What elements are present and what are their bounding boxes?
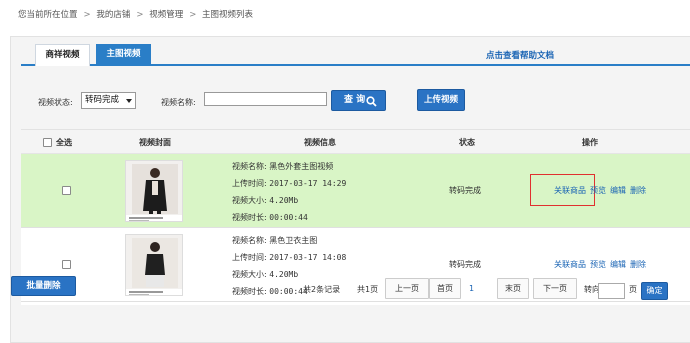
breadcrumb-prefix: 您当前所在位置 [18, 10, 78, 20]
video-name-input[interactable] [204, 92, 327, 106]
info-name-label: 视频名称: [232, 236, 267, 245]
table-header: 全选 视频封面 视频信息 状态 操作 [21, 130, 690, 154]
row-status: 转码完成 [449, 186, 481, 195]
header-cover: 视频封面 [139, 138, 171, 147]
info-time-label: 上传时间: [232, 179, 267, 188]
info-size-value: 4.20Mb [269, 270, 299, 279]
query-button-label: 查 询 [344, 95, 366, 105]
header-select-all: 全选 [56, 138, 72, 147]
tab-main-video[interactable]: 主图视频 [96, 44, 151, 66]
link-product-link[interactable]: 关联商品 [554, 186, 586, 195]
video-cover-thumbnail[interactable] [125, 160, 183, 222]
info-duration-value: 00:00:44 [269, 213, 308, 222]
name-label: 视频名称: [161, 98, 196, 107]
delete-link[interactable]: 删除 [630, 260, 646, 269]
page-unit-label: 页 [629, 285, 637, 294]
info-size-label: 视频大小: [232, 270, 267, 279]
info-time: 上传时间: 2017-03-17 14:29 [232, 175, 442, 192]
info-name-value: 黑色外套主图视频 [269, 162, 334, 171]
video-cover-image [126, 235, 182, 295]
video-info: 视频名称: 黑色外套主图视频 上传时间: 2017-03-17 14:29 视频… [232, 158, 442, 226]
pager-total-pages: 共1页 [357, 285, 379, 294]
info-size-label: 视频大小: [232, 196, 267, 205]
prev-page-button[interactable]: 上一页 [385, 278, 429, 299]
header-status: 状态 [459, 138, 475, 147]
row-status: 转码完成 [449, 260, 481, 269]
breadcrumb-separator: > [136, 10, 144, 20]
link-product-link[interactable]: 关联商品 [554, 260, 586, 269]
status-label: 视频状态: [38, 98, 73, 107]
info-size-value: 4.20Mb [269, 196, 299, 205]
next-page-button[interactable]: 下一页 [533, 278, 577, 299]
edit-link[interactable]: 编辑 [610, 186, 626, 195]
status-select-value: 转码完成 [85, 95, 120, 105]
preview-link[interactable]: 预览 [590, 186, 606, 195]
bulk-delete-button[interactable]: 批量删除 [11, 276, 76, 296]
info-time: 上传时间: 2017-03-17 14:08 [232, 249, 442, 266]
status-select[interactable]: 转码完成 [81, 92, 136, 109]
select-all-checkbox[interactable] [43, 138, 52, 147]
row-ops: 关联商品 预览 编辑 删除 [554, 185, 650, 196]
first-page-button[interactable]: 首页 [429, 278, 461, 299]
main-panel: 商祥视频 主图视频 点击查看帮助文档 视频状态: 转码完成 视频名称: 查 询 … [10, 36, 690, 343]
breadcrumb-item-video-mgmt[interactable]: 视频管理 [149, 10, 183, 20]
video-cover-thumbnail[interactable] [125, 234, 183, 296]
info-time-value: 2017-03-17 14:08 [269, 253, 347, 262]
search-icon [366, 96, 377, 107]
header-info: 视频信息 [304, 138, 336, 147]
goto-page-input[interactable] [598, 283, 625, 299]
info-name-label: 视频名称: [232, 162, 267, 171]
breadcrumb: 您当前所在位置 > 我的店铺 > 视频管理 > 主图视频列表 [18, 8, 256, 20]
info-duration-label: 视频时长: [232, 287, 267, 296]
info-duration-label: 视频时长: [232, 213, 267, 222]
pager-total-records: 共2条记录 [303, 285, 341, 294]
goto-confirm-button[interactable]: 确定 [641, 282, 668, 300]
info-time-value: 2017-03-17 14:29 [269, 179, 347, 188]
breadcrumb-item-store[interactable]: 我的店铺 [96, 10, 130, 20]
video-cover-image [126, 161, 182, 221]
row-checkbox[interactable] [62, 186, 71, 195]
info-time-label: 上传时间: [232, 253, 267, 262]
chevron-down-icon [126, 99, 132, 103]
video-table: 全选 视频封面 视频信息 状态 操作 视频名称: 黑色外套主图视频 上传时间: … [21, 129, 690, 305]
current-page[interactable]: 1 [469, 284, 474, 293]
delete-link[interactable]: 删除 [630, 186, 646, 195]
tab-bar: 商祥视频 主图视频 点击查看帮助文档 [21, 44, 690, 66]
query-button[interactable]: 查 询 [331, 90, 386, 111]
row-ops: 关联商品 预览 编辑 删除 [554, 259, 650, 270]
table-row: 视频名称: 黑色外套主图视频 上传时间: 2017-03-17 14:29 视频… [21, 154, 690, 228]
tab-product-video[interactable]: 商祥视频 [35, 44, 90, 66]
breadcrumb-item-current: 主图视频列表 [202, 10, 254, 20]
info-duration: 视频时长: 00:00:44 [232, 209, 442, 226]
row-checkbox[interactable] [62, 260, 71, 269]
help-doc-link[interactable]: 点击查看帮助文档 [486, 49, 554, 61]
filter-bar: 视频状态: 转码完成 视频名称: 查 询 上传视频 [11, 87, 690, 117]
info-duration-value: 00:00:44 [269, 287, 308, 296]
info-name-value: 黑色卫衣主图 [269, 236, 318, 245]
edit-link[interactable]: 编辑 [610, 260, 626, 269]
breadcrumb-separator: > [83, 10, 91, 20]
header-ops: 操作 [582, 138, 598, 147]
last-page-button[interactable]: 末页 [497, 278, 529, 299]
info-size: 视频大小: 4.20Mb [232, 192, 442, 209]
info-name: 视频名称: 黑色外套主图视频 [232, 158, 442, 175]
upload-video-button[interactable]: 上传视频 [417, 89, 465, 111]
breadcrumb-separator: > [189, 10, 197, 20]
preview-link[interactable]: 预览 [590, 260, 606, 269]
info-name: 视频名称: 黑色卫衣主图 [232, 232, 442, 249]
